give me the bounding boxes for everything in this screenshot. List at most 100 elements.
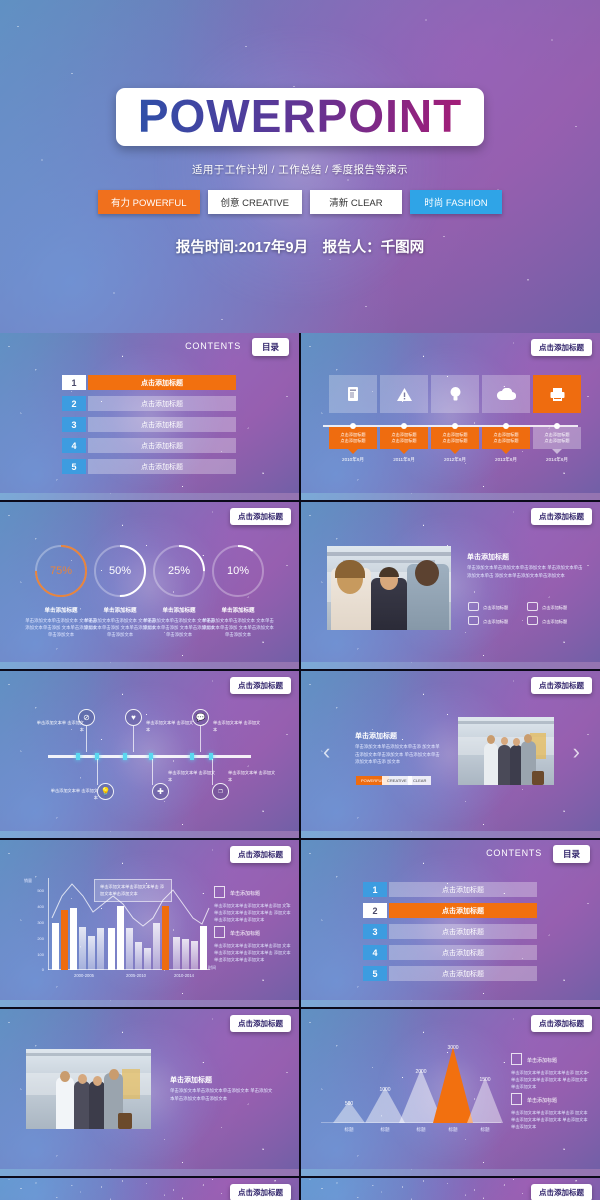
timeline-card-5[interactable]: 点击添加标题 点击添加标题 2014年6月 <box>533 375 581 463</box>
triangle-value-4: 3000 <box>447 1045 459 1051</box>
contents-row-3[interactable]: 3 点击添加标题 <box>62 417 236 432</box>
icon-label-2: 点击添加标题 <box>542 605 568 610</box>
donut-chart-4: 10% <box>211 544 265 598</box>
mulu-pill[interactable]: 目录 <box>251 338 289 356</box>
legend-title-2: 单击添加标题 <box>527 1098 558 1104</box>
timeline-card-1[interactable]: 点击添加标题 点击添加标题 2010年6月 <box>329 375 377 463</box>
add-title-pill[interactable]: 点击添加标题 <box>531 508 592 525</box>
photo-text2-heading: 单击添加标题 <box>170 1077 212 1084</box>
contents-row-3[interactable]: 3 点击添加标题 <box>363 924 537 939</box>
slide-thumb-donut-stats[interactable]: 点击添加标题 75% 单击添加标题 单击添加文本单击添加文本 文本单击添加文本单… <box>0 502 299 669</box>
icon-timeline-text-2: 单击添加文本单 击添加文本 <box>50 788 98 801</box>
contents-row-2[interactable]: 2 点击添加标题 <box>363 903 537 918</box>
slide-thumb-timeline-cards[interactable]: 点击添加标题 点击添加标题 点击添加标题 2010年6月 点击添加标题 点击添加… <box>301 333 600 500</box>
carousel-body: 单击添加文本单击添加文本单击添 加文本单击添加文本单击添加文本 单击添加文本单击… <box>355 744 440 765</box>
triangle-label-1: 标题 <box>344 1127 354 1132</box>
triangle-value-3: 2000 <box>415 1069 427 1075</box>
triangle-value-5: 1500 <box>479 1077 491 1083</box>
add-title-pill[interactable]: 点击添加标题 <box>230 508 291 525</box>
contents-row-label: 点击添加标题 <box>88 417 236 432</box>
contents-row-label: 点击添加标题 <box>389 966 537 981</box>
timeline-card-date: 2014年6月 <box>546 457 568 462</box>
donut-chart-3: 25% <box>152 544 206 598</box>
add-title-pill[interactable]: 点击添加标题 <box>230 1015 291 1032</box>
timeline-card-body: 点击添加标题 点击添加标题 <box>380 427 428 449</box>
hero-tag-row: 有力 POWERFUL 创意 CREATIVE 清新 CLEAR 时尚 FASH… <box>98 190 502 215</box>
slide-thumb-icon-timeline[interactable]: 点击添加标题 ⊘ 单击添加文本单 击添加文本 💡 单击添加文本单 击添加文本 ♥… <box>0 671 299 838</box>
add-title-pill[interactable]: 点击添加标题 <box>230 846 291 863</box>
donut-caption-title: 单击添加标题 <box>221 608 255 614</box>
contents-row-5[interactable]: 5 点击添加标题 <box>363 966 537 981</box>
slide-thumb-photo-text[interactable]: 点击添加标题 单击添加标题 单击添加文本单击添加文本单击添加文本 单击添加文本单… <box>301 502 600 669</box>
contents-row-5[interactable]: 5 点击添加标题 <box>62 459 236 474</box>
contents-row-1[interactable]: 1 点击添加标题 <box>62 375 236 390</box>
photo-text-heading: 单击添加标题 <box>467 554 509 561</box>
mulu-pill[interactable]: 目录 <box>552 845 590 863</box>
triangle-value-1: 500 <box>344 1101 354 1107</box>
contents-row-number: 4 <box>62 438 86 453</box>
timeline-card-3[interactable]: 点击添加标题 点击添加标题 2012年6月 <box>431 375 479 463</box>
slide-thumb-partial-left[interactable]: 点击添加标题 <box>0 1178 299 1200</box>
carousel-tag-clear[interactable]: CLEAR <box>408 776 432 785</box>
contents-row-label: 点击添加标题 <box>389 945 537 960</box>
legend-desc-1: 单击添加文本单击添加文本单击添 加文本单击添加文本单击添加文本 单击添加文本单击… <box>511 1070 588 1090</box>
donut-value: 50% <box>108 565 132 577</box>
calculator-icon[interactable] <box>527 616 538 625</box>
x-tick-3: 2010-2014 <box>173 973 195 978</box>
add-title-pill[interactable]: 点击添加标题 <box>531 339 592 356</box>
triangle-label-2: 标题 <box>380 1127 390 1132</box>
contents-row-1[interactable]: 1 点击添加标题 <box>363 882 537 897</box>
slide-thumb-carousel[interactable]: 点击添加标题 ‹ › 单击添加标题 单击添加文本单击添加文本单击添 加文本单击添… <box>301 671 600 838</box>
timeline-card-4[interactable]: 点击添加标题 点击添加标题 2013年6月 <box>482 375 530 463</box>
timeline-card-2[interactable]: 点击添加标题 点击添加标题 2011年6月 <box>380 375 428 463</box>
slide-thumb-triangle-chart[interactable]: 点击添加标题 500 1000 2000 3000 1500 标题 标题 标题 … <box>301 1009 600 1176</box>
donut-caption-4: 单击添加标题 单击添加文本单击添加文本 文本单击添加文本单击添加 文本单击添加文… <box>202 606 274 638</box>
add-title-pill[interactable]: 点击添加标题 <box>531 677 592 694</box>
plus-icon[interactable]: ✚ <box>152 783 169 800</box>
carousel-prev-arrow[interactable]: ‹ <box>323 741 330 763</box>
slide-thumb-contents-1[interactable]: CONTENTS 目录 1 点击添加标题 2 点击添加标题 3 点击添加标题 4… <box>0 333 299 500</box>
add-title-pill[interactable]: 点击添加标题 <box>230 677 291 694</box>
tag-icon[interactable]: ❐ <box>212 783 229 800</box>
timeline-card-line2: 点击添加标题 <box>544 438 570 443</box>
timeline-card-body: 点击添加标题 点击添加标题 <box>329 427 377 449</box>
hero-tag-clear[interactable]: 清新 CLEAR <box>309 190 402 215</box>
hero-tag-fashion[interactable]: 时尚 FASHION <box>409 190 502 215</box>
heart-icon[interactable]: ♥ <box>125 709 142 726</box>
laptop-icon[interactable] <box>468 616 479 625</box>
slide-thumb-contents-2[interactable]: CONTENTS 目录 1 点击添加标题 2 点击添加标题 3 点击添加标题 4… <box>301 840 600 1007</box>
timeline-card-date: 2012年6月 <box>444 457 466 462</box>
contents-row-number: 3 <box>363 924 387 939</box>
icon-timeline-text-4: 单击添加文本单 击添加文本 <box>168 770 216 783</box>
contents-row-2[interactable]: 2 点击添加标题 <box>62 396 236 411</box>
slide-thumb-partial-right[interactable]: 点击添加标题 <box>301 1178 600 1200</box>
donut-caption-desc: 单击添加文本单击添加文本 文本单击添加文本单击添加 文本单击添加文本 单击添加文… <box>202 618 274 638</box>
slide-thumb-photo-text-2[interactable]: 点击添加标题 单击添加标题 单击添加文本单击添加文本单击添加文本 单击添加文本单… <box>0 1009 299 1176</box>
contents-row-label: 点击添加标题 <box>88 459 236 474</box>
contents-row-4[interactable]: 4 点击添加标题 <box>363 945 537 960</box>
bulb-icon[interactable]: 💡 <box>97 783 114 800</box>
calendar-icon <box>214 886 225 898</box>
hero-tag-creative[interactable]: 创意 CREATIVE <box>207 190 302 215</box>
legend-desc-2: 单击添加文本单击添加文本单击添 加文本单击添加文本单击添加文本 单击添加文本单击… <box>511 1110 588 1130</box>
y-tick-500: 500 <box>37 888 44 893</box>
donut-value: 10% <box>226 565 250 577</box>
tv-icon[interactable] <box>527 602 538 611</box>
legend-title-1: 单击添加标题 <box>230 891 261 897</box>
slide-thumb-bar-chart[interactable]: 点击添加标题 销量 时间 0 100 200 300 400 500 2000-… <box>0 840 299 1007</box>
hero-tag-powerful[interactable]: 有力 POWERFUL <box>98 190 200 215</box>
contents-row-label: 点击添加标题 <box>389 903 537 918</box>
add-title-pill[interactable]: 点击添加标题 <box>531 1184 592 1200</box>
carousel-next-arrow[interactable]: › <box>573 741 580 763</box>
y-tick-100: 100 <box>37 952 44 957</box>
contents-row-4[interactable]: 4 点击添加标题 <box>62 438 236 453</box>
add-title-pill[interactable]: 点击添加标题 <box>531 1015 592 1032</box>
add-title-pill[interactable]: 点击添加标题 <box>230 1184 291 1200</box>
y-axis-title: 销量 <box>24 878 32 883</box>
legend-title-2: 单击添加标题 <box>230 931 261 937</box>
contents-row-label: 点击添加标题 <box>88 375 236 390</box>
monitor-icon[interactable] <box>468 602 479 611</box>
chat-icon[interactable]: 💬 <box>192 709 209 726</box>
slide-thumbnail-grid: CONTENTS 目录 1 点击添加标题 2 点击添加标题 3 点击添加标题 4… <box>0 333 600 1200</box>
icon-timeline-text-6: 单击添加文本单 击添加文本 <box>228 770 276 783</box>
